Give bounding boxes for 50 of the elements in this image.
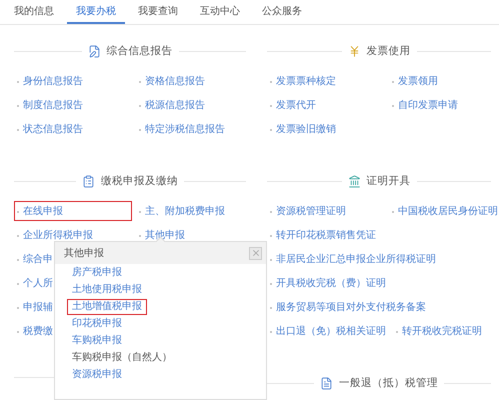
nav-tab[interactable]: 互动中心: [191, 0, 249, 24]
doc-icon: [320, 376, 333, 390]
nav-tab[interactable]: 我要查询: [129, 0, 187, 24]
section-title: 一般退（抵）税管理: [339, 376, 438, 390]
service-link[interactable]: 发票领用: [389, 71, 443, 91]
service-link[interactable]: 自印发票申请: [389, 95, 463, 115]
service-link[interactable]: 发票代开: [267, 95, 385, 115]
service-link[interactable]: 税费缴: [14, 321, 58, 341]
service-link[interactable]: 资源税管理证明: [267, 201, 385, 221]
service-link[interactable]: 主、附加税费申报: [136, 201, 230, 221]
service-link[interactable]: 转开印花税票销售凭证: [267, 225, 381, 245]
service-link[interactable]: 身份信息报告: [14, 71, 132, 91]
section-title: 证明开具: [366, 174, 410, 188]
menu-item[interactable]: 车购税申报（自然人）: [67, 350, 177, 366]
menu-item[interactable]: 土地使用税申报: [67, 282, 147, 298]
nav-tab[interactable]: 我要办税: [67, 0, 125, 24]
service-link[interactable]: 开具税收完税（费）证明: [267, 273, 391, 293]
doc-edit-icon: [88, 44, 100, 58]
section-title: 综合信息报告: [106, 44, 172, 58]
close-button[interactable]: [249, 246, 262, 260]
menu-item[interactable]: 车购税申报: [67, 333, 127, 349]
building-icon: [348, 174, 360, 188]
service-link[interactable]: 申报辅: [14, 297, 58, 317]
service-link[interactable]: 服务贸易等项目对外支付税务备案: [267, 297, 431, 317]
menu-item[interactable]: 印花税申报: [67, 316, 127, 332]
service-link[interactable]: 特定涉税信息报告: [136, 119, 230, 139]
popup-title: 其他申报: [64, 246, 104, 260]
service-link[interactable]: 状态信息报告: [14, 119, 132, 139]
section-title: 发票使用: [366, 44, 410, 58]
menu-item[interactable]: 房产税申报: [67, 265, 127, 281]
service-link[interactable]: 发票票种核定: [267, 71, 385, 91]
section-title: 缴税申报及缴纳: [101, 174, 178, 188]
service-link[interactable]: 综合申: [14, 249, 58, 269]
service-link[interactable]: 企业所得税申报: [14, 225, 132, 245]
service-link[interactable]: 制度信息报告: [14, 95, 132, 115]
service-link[interactable]: 出口退（免）税相关证明: [267, 321, 389, 341]
clipboard-icon: [82, 174, 95, 188]
nav-tab[interactable]: 我的信息: [5, 0, 63, 24]
service-link[interactable]: 个人所: [14, 273, 58, 293]
service-link[interactable]: 转开税收完税证明: [393, 321, 487, 341]
service-link[interactable]: 发票验旧缴销: [267, 119, 341, 139]
menu-item[interactable]: 土地增值税申报: [67, 299, 147, 315]
service-link[interactable]: 非居民企业汇总申报企业所得税证明: [267, 249, 441, 269]
service-link[interactable]: 中国税收居民身份证明: [389, 201, 499, 221]
menu-item[interactable]: 资源税申报: [67, 367, 127, 383]
service-link[interactable]: 税源信息报告: [136, 95, 210, 115]
service-link[interactable]: 在线申报: [14, 201, 132, 221]
close-icon: [250, 248, 260, 258]
nav-tab[interactable]: 公众服务: [253, 0, 311, 24]
service-link[interactable]: 资格信息报告: [136, 71, 210, 91]
